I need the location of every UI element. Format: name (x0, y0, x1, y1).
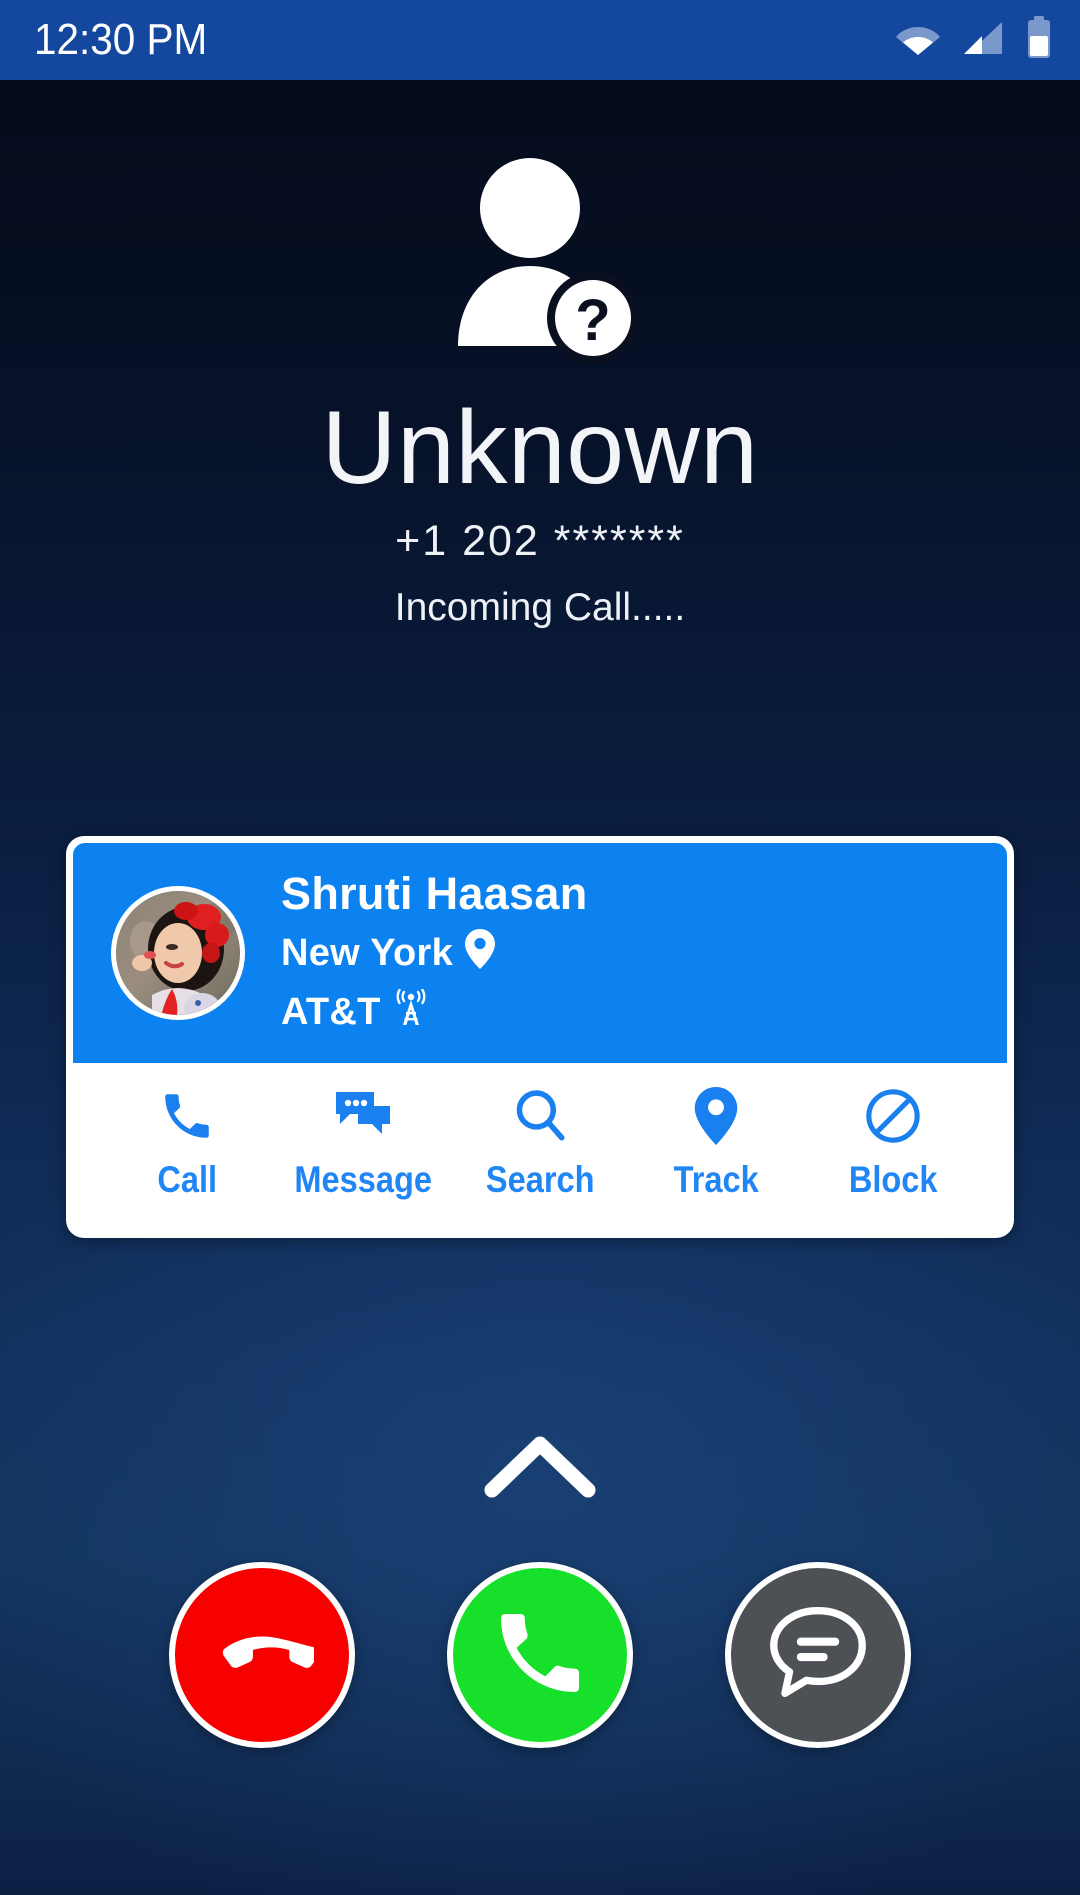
action-search-label: Search (485, 1158, 595, 1200)
chat-bubbles-icon (275, 1085, 451, 1147)
chat-bubble-icon (768, 1603, 868, 1708)
contact-photo-avatar (111, 885, 245, 1020)
location-pin-icon (628, 1085, 804, 1147)
action-track-label: Track (673, 1158, 759, 1200)
action-call[interactable]: Call (99, 1085, 275, 1201)
status-bar-icons (896, 15, 1052, 65)
contact-location-row: New York (281, 928, 588, 979)
contact-info-card: Shruti Haasan New York AT&T Call Message… (66, 836, 1014, 1238)
decline-call-button[interactable] (169, 1562, 355, 1748)
chevron-up-icon (484, 1432, 596, 1503)
battery-icon (1026, 15, 1052, 65)
phone-icon (99, 1085, 275, 1147)
caller-number: +1 202 ******* (395, 517, 685, 566)
accept-call-button[interactable] (447, 1562, 633, 1748)
status-bar: 12:30 PM (0, 0, 1080, 80)
contact-card-actions: Call Message Search Track Block (73, 1062, 1007, 1231)
contact-carrier-row: AT&T (281, 988, 588, 1037)
cellular-signal-icon (962, 20, 1004, 61)
caller-info: ? Unknown +1 202 ******* Incoming Call..… (0, 150, 1080, 630)
contact-carrier-label: AT&T (281, 991, 381, 1033)
svg-text:?: ? (575, 288, 610, 353)
message-reply-button[interactable] (725, 1562, 911, 1748)
phone-down-icon (210, 1601, 320, 1710)
status-bar-clock: 12:30 PM (34, 15, 208, 64)
action-block-label: Block (848, 1158, 938, 1200)
wifi-icon (896, 21, 940, 60)
cell-tower-icon (393, 988, 429, 1037)
action-call-label: Call (157, 1158, 218, 1200)
location-pin-icon (465, 928, 496, 979)
unknown-person-question-icon: ? (430, 150, 650, 370)
expand-handle[interactable] (0, 1432, 1080, 1503)
action-search[interactable]: Search (452, 1085, 628, 1201)
action-message-label: Message (294, 1158, 433, 1200)
call-action-buttons (0, 1562, 1080, 1748)
contact-name: Shruti Haasan (281, 868, 588, 919)
action-track[interactable]: Track (628, 1085, 804, 1201)
action-message[interactable]: Message (275, 1085, 451, 1201)
incoming-call-screen: 12:30 PM ? Unknown +1 202 ******* Incomi… (0, 0, 1080, 1895)
magnifier-icon (452, 1085, 628, 1147)
phone-icon (488, 1601, 592, 1710)
call-status-text: Incoming Call..... (394, 586, 686, 630)
block-circle-slash-icon (805, 1085, 981, 1147)
caller-name: Unknown (321, 390, 759, 506)
contact-card-header: Shruti Haasan New York AT&T (73, 843, 1007, 1063)
action-block[interactable]: Block (805, 1085, 981, 1201)
contact-details: Shruti Haasan New York AT&T (281, 869, 588, 1037)
contact-location-label: New York (281, 932, 454, 974)
